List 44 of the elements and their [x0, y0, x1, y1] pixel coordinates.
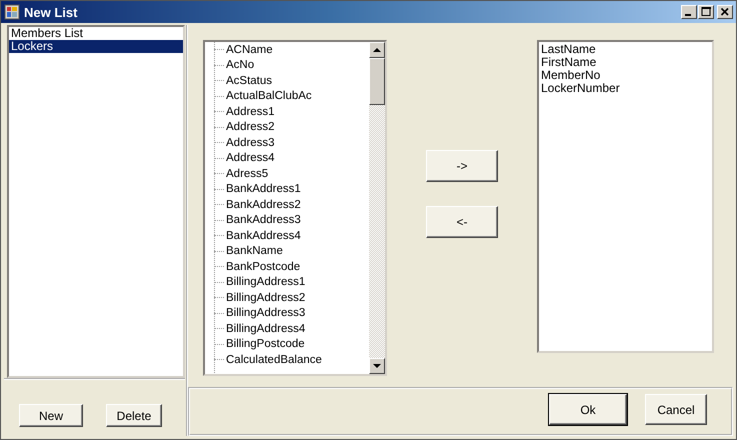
tree-item[interactable]: Adress5 [226, 168, 268, 180]
tree-item[interactable]: BankAddress2 [226, 198, 301, 211]
tree-item[interactable]: BillingAddress3 [226, 307, 306, 320]
tree-item[interactable]: CalculatedBalance [226, 354, 322, 366]
tree-item[interactable]: BankPostcode [226, 260, 300, 273]
maximize-icon [699, 6, 713, 18]
minimize-icon [685, 14, 691, 16]
remove-field-button[interactable]: <- [426, 206, 498, 238]
tree-item[interactable]: BillingAddress2 [226, 292, 306, 304]
list-item[interactable]: MemberNo [541, 69, 710, 82]
list-item[interactable]: LockerNumber [541, 82, 710, 95]
window-title: New List [24, 4, 78, 20]
tree-item[interactable]: BankAddress1 [226, 183, 301, 196]
tree-item[interactable]: Address3 [226, 136, 275, 149]
add-field-button[interactable]: -> [426, 150, 498, 182]
list-item[interactable]: Members List [9, 27, 183, 40]
list-item[interactable]: FirstName [541, 56, 710, 69]
minimize-button[interactable] [681, 5, 697, 19]
app-icon [4, 4, 20, 20]
tree-item[interactable]: BillingAddress1 [226, 276, 306, 288]
tree-item[interactable]: BankAddress3 [226, 214, 301, 226]
tree-item[interactable]: BillingAddress4 [226, 322, 306, 335]
tree-item[interactable]: AcStatus [226, 74, 272, 87]
tree-item[interactable]: BankName [226, 245, 283, 258]
list-item[interactable]: LastName [541, 43, 710, 56]
tree-item[interactable]: Address1 [226, 106, 275, 118]
ok-button[interactable]: Ok [549, 394, 627, 425]
tree-item[interactable]: BillingPostcode [226, 338, 305, 350]
delete-button[interactable]: Delete [106, 404, 162, 427]
scrollbar[interactable] [369, 42, 385, 374]
tree-item[interactable]: Address2 [226, 121, 275, 134]
tree-item[interactable]: ACName [226, 44, 273, 56]
tree-item[interactable]: AcNo [226, 59, 254, 72]
tree-item[interactable]: BankAddress4 [226, 230, 301, 242]
scroll-up-button[interactable] [369, 42, 385, 58]
scroll-thumb[interactable] [369, 58, 385, 105]
list-item[interactable]: Lockers [9, 40, 183, 53]
cancel-button[interactable]: Cancel [645, 394, 707, 425]
tree-item[interactable]: Address4 [226, 152, 275, 164]
new-button[interactable]: New [19, 404, 83, 427]
scroll-down-button[interactable] [369, 358, 385, 374]
close-button[interactable] [717, 5, 733, 19]
tree-item[interactable]: ActualBalClubAc [226, 90, 312, 102]
maximize-button[interactable] [698, 5, 714, 19]
